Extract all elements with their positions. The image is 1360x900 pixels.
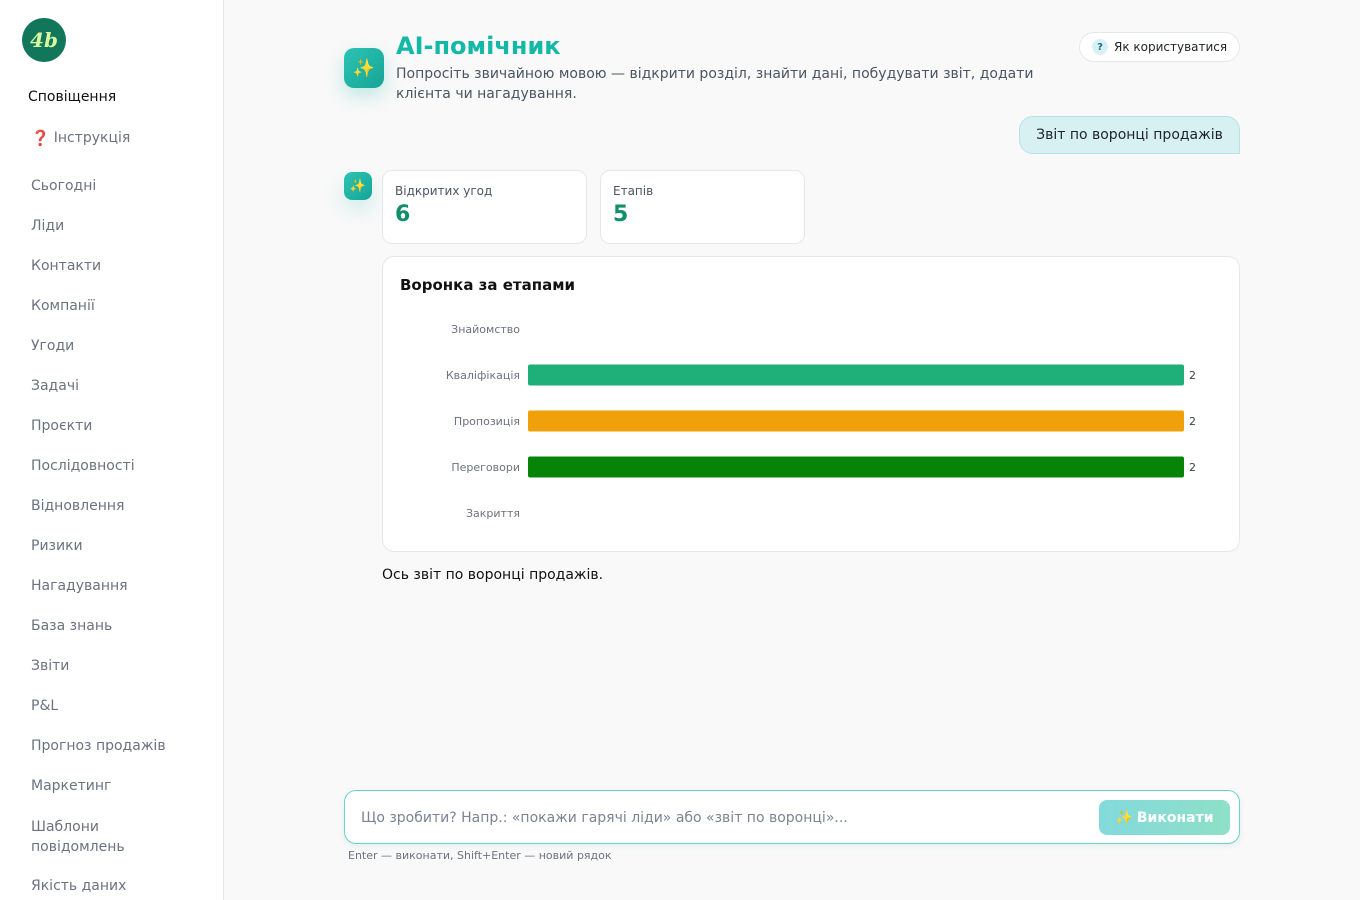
stat-card-open-deals: Відкритих угод 6 [382,170,587,244]
page-title: AI-помічник [396,32,561,60]
question-icon: ❓ [31,129,50,147]
instructions-label: Інструкція [53,130,131,146]
sidebar-item-reminders[interactable]: Нагадування [31,577,171,617]
value-label: 2 [1189,415,1196,428]
sidebar-item-data-quality[interactable]: Якість даних [31,877,171,900]
category-label: Переговори [451,461,520,474]
category-label: Кваліфікація [446,369,520,382]
assistant-sparkles-icon: ✨ [344,172,372,200]
category-label: Закриття [466,507,520,520]
bar [528,410,1184,432]
sidebar-item-sales-forecast[interactable]: Прогноз продажів [31,737,171,777]
funnel-chart-card: Воронка за етапами Знайомство Кваліфікаці… [382,256,1240,552]
category-label: Пропозиція [454,415,520,428]
sidebar-item-companies[interactable]: Компанії [31,297,171,337]
stat-card-stages: Етапів 5 [600,170,805,244]
composer-hint: Enter — виконати, Shift+Enter — новий ря… [348,849,612,862]
user-message: Звіт по воронці продажів [1019,116,1240,154]
sparkles-icon: ✨ [1115,809,1133,826]
how-to-use-button[interactable]: ? Як користуватися [1079,32,1241,62]
sidebar-item-today[interactable]: Сьогодні [31,177,171,217]
sidebar: 4b Сповіщення ❓ Інструкція Сьогодні Ліди… [0,0,224,900]
sidebar-item-knowledge-base[interactable]: База знань [31,617,171,657]
sidebar-nav: Сьогодні Ліди Контакти Компанії Угоди За… [31,177,171,900]
funnel-chart: Знайомство Кваліфікація 2 Пропозиція 2 Перего… [446,323,1196,520]
how-to-use-label: Як користуватися [1114,40,1228,54]
sidebar-item-message-templates[interactable]: Шаблони повідомлень [31,817,171,877]
sidebar-item-recovery[interactable]: Відновлення [31,497,171,537]
value-label: 2 [1189,369,1196,382]
sidebar-item-pnl[interactable]: P&L [31,697,171,737]
stat-value: 6 [395,202,411,227]
sidebar-item-tasks[interactable]: Задачі [31,377,171,417]
sidebar-item-risks[interactable]: Ризики [31,537,171,577]
bar [528,456,1184,478]
page-subtitle: Попросіть звичайною мовою — відкрити роз… [396,66,1034,102]
command-input[interactable] [361,807,1081,829]
category-label: Знайомство [451,323,520,336]
notifications-link[interactable]: Сповіщення [28,89,116,105]
assistant-reply: Ось звіт по воронці продажів. [382,567,604,583]
logo-text: 4b [30,28,58,52]
command-composer: ✨ Виконати [344,790,1240,844]
sidebar-item-reports[interactable]: Звіти [31,657,171,697]
logo[interactable]: 4b [22,18,66,62]
sidebar-item-leads[interactable]: Ліди [31,217,171,257]
run-button[interactable]: ✨ Виконати [1099,800,1230,835]
stat-label: Відкритих угод [395,184,493,198]
sidebar-item-projects[interactable]: Проєкти [31,417,171,457]
sidebar-item-contacts[interactable]: Контакти [31,257,171,297]
sparkles-icon: ✨ [344,48,384,88]
sidebar-item-deals[interactable]: Угоди [31,337,171,377]
sidebar-item-marketing[interactable]: Маркетинг [31,777,171,817]
run-button-label: Виконати [1136,809,1214,826]
stat-value: 5 [613,202,629,227]
value-label: 2 [1189,461,1196,474]
help-icon: ? [1092,39,1108,55]
stat-label: Етапів [613,184,654,198]
instructions-link[interactable]: ❓ Інструкція [31,129,130,147]
sidebar-item-sequences[interactable]: Послідовності [31,457,171,497]
bar [528,364,1184,386]
